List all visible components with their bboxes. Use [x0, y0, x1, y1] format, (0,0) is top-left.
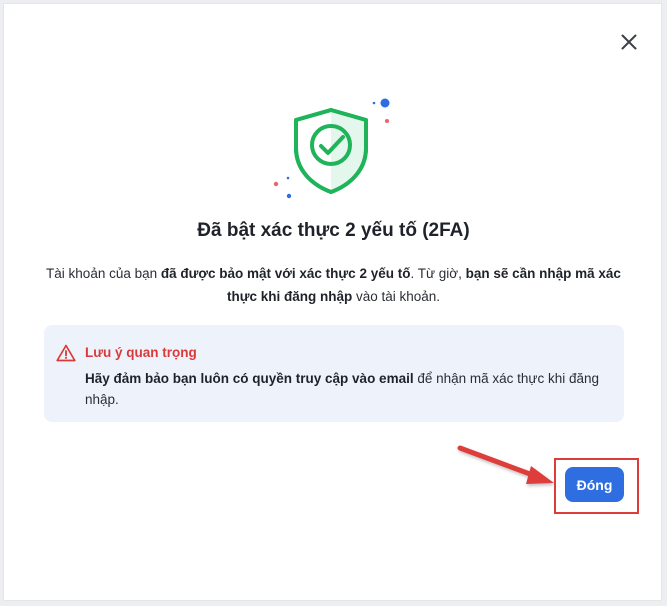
description-bold-text: đã được bảo mật với xác thực 2 yếu tố: [160, 266, 411, 281]
dialog: Đã bật xác thực 2 yếu tố (2FA) Tài khoản…: [3, 3, 662, 601]
dialog-title: Đã bật xác thực 2 yếu tố (2FA): [197, 220, 470, 241]
close-button[interactable]: Đóng: [565, 467, 624, 502]
shield-check-illustration: [270, 96, 400, 200]
dialog-description: Tài khoản của bạn đã được bảo mật với xá…: [44, 262, 623, 308]
description-text: . Từ giờ,: [410, 266, 466, 281]
decor-dot: [286, 176, 290, 180]
close-icon: [621, 34, 637, 50]
decor-dot: [286, 193, 292, 199]
decor-dot: [380, 98, 390, 108]
description-text: Tài khoản của bạn: [46, 266, 161, 281]
annotation-arrow-icon: [457, 445, 554, 484]
description-text: vào tài khoản.: [352, 289, 441, 304]
notice-title: Lưu ý quan trọng: [85, 345, 197, 360]
decor-dot: [372, 101, 376, 105]
important-notice: Lưu ý quan trọng Hãy đảm bảo bạn luôn có…: [44, 325, 624, 422]
decor-dot: [385, 119, 389, 123]
notice-bold-text: Hãy đảm bảo bạn luôn có quyền truy cập v…: [85, 371, 414, 386]
warning-triangle-icon: [56, 344, 76, 362]
notice-body: Hãy đảm bảo bạn luôn có quyền truy cập v…: [85, 368, 605, 410]
shield-check-icon: [294, 108, 368, 194]
dialog-close-button[interactable]: [615, 28, 643, 56]
decor-dot: [273, 181, 279, 187]
